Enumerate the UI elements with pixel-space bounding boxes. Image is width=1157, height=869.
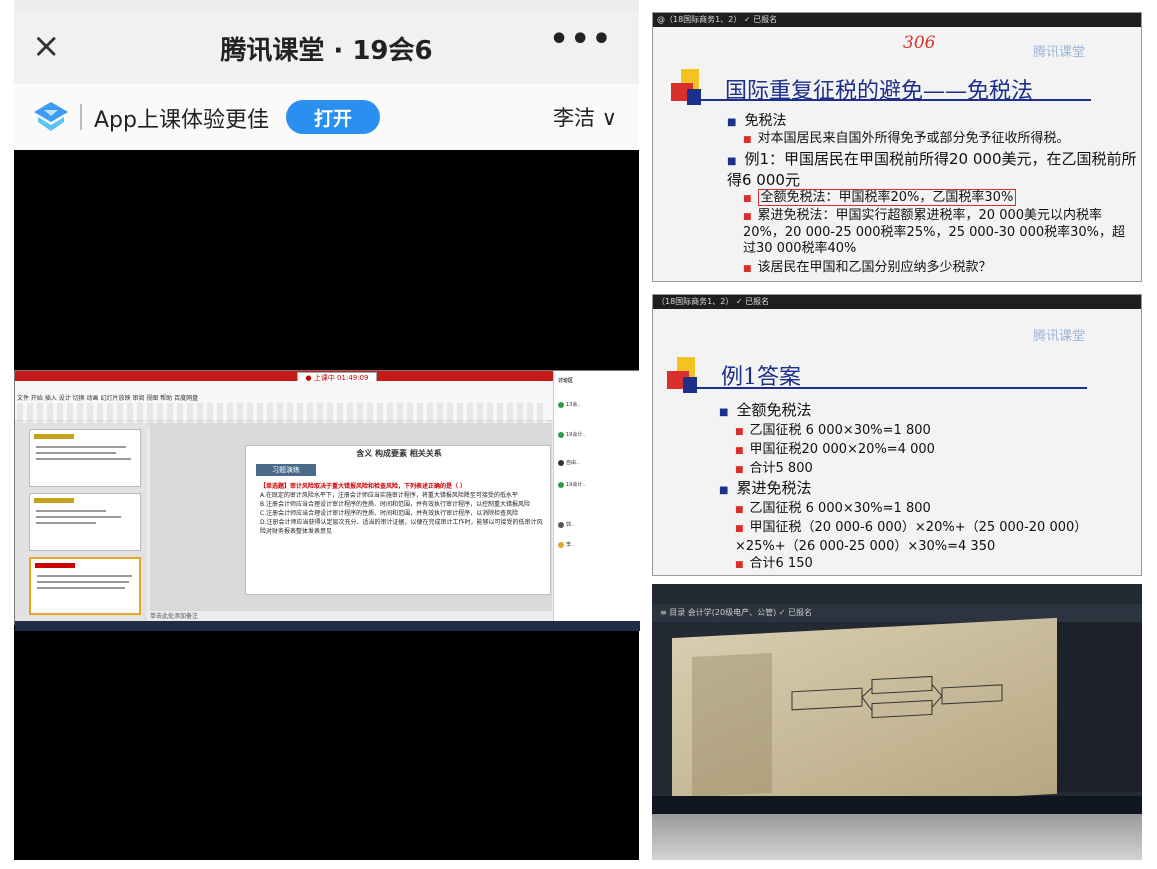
close-icon[interactable]: × (32, 26, 61, 66)
user-dot-icon (558, 541, 564, 548)
option: C.注册会计师应当合理设计审计程序的性质、时间和范围，并有效执行审计程序，以消除… (260, 510, 519, 517)
user-dot-icon (558, 401, 564, 408)
slide-thumbnail-selected (29, 557, 141, 615)
open-app-button[interactable]: 打开 (286, 100, 380, 134)
side-item: 19会计.. (558, 481, 586, 488)
ppt-menu: 文件 开始 插入 设计 切换 动画 幻灯片放映 审阅 视图 帮助 百度网盘 (17, 395, 199, 402)
user-dot-icon (558, 459, 564, 466)
option: D.注册会计师应当获得认定层次充分、适当的审计证据，以便在完成审计工作时，能够以… (260, 519, 543, 535)
bullet-l2: ■ 全额免税法：甲国税率20%，乙国税率30% (727, 189, 1137, 208)
shared-screen-ppt: ● 上课中 01:49:09 文件 开始 插入 设计 切换 动画 幻灯片放映 审… (14, 370, 640, 631)
slide-title: 例1答案 (721, 365, 801, 390)
classroom-side-panel (1057, 622, 1142, 792)
slide-header: 含义 构成要素 相关关系 (356, 449, 442, 458)
bullet-l2: ■ 合计5 800 (735, 461, 813, 476)
bullet-l2: ■ 累进免税法：甲国实行超额累进税率，20 000美元以内税率20%，20 000… (743, 208, 1126, 256)
discussion-panel: 讨论区 13会.. 19会计.. 自由.. 19会计.. 郭.. 李.. (553, 371, 640, 621)
laptop-photo: ≡ 目录 会计学(20级电产、公管) ✓ 已报名 (652, 584, 1142, 860)
bullet-l1: ■ 全额免税法 (719, 401, 812, 419)
tencent-classroom-logo-icon (34, 102, 68, 131)
bullet-l1: ■ 累进免税法 (719, 479, 812, 497)
top-nav-bar: × 腾讯课堂 · 19会6 ••• (14, 12, 639, 84)
watermark-logo: 腾讯课堂 (1033, 329, 1086, 344)
side-item: 19会计.. (558, 431, 586, 438)
bullet-l1: ■ 免税法 (727, 113, 787, 129)
laptop-screen: ≡ 目录 会计学(20级电产、公管) ✓ 已报名 (652, 584, 1142, 815)
user-dot-icon (558, 521, 564, 528)
watermark-logo: 腾讯课堂 (1033, 45, 1086, 60)
slide-screenshot-1: @（18国际商务1、2） ✓ 已报名 306 腾讯课堂 国际重复征税的避免——免… (652, 12, 1142, 282)
slide-thumbnail (29, 429, 141, 487)
status-bar (14, 0, 639, 12)
slide-top-bar: （18国际商务1、2） ✓ 已报名 (653, 295, 1141, 309)
slide-body: ■ 全额免税法 ■ 乙国征税 6 000×30%=1 800 ■ 甲国征税20 000… (719, 401, 1129, 574)
slide-thumbnails (15, 423, 147, 621)
app-banner-text: App上课体验更佳 (94, 108, 269, 133)
ppt-ribbon: 文件 开始 插入 设计 切换 动画 幻灯片放映 审阅 视图 帮助 百度网盘 (15, 381, 553, 429)
user-dot-icon (558, 431, 564, 438)
user-menu[interactable]: 李洁 ∨ (553, 102, 617, 132)
book-diagram-icon (692, 652, 1003, 798)
slide-title: 国际重复征税的避免——免税法 (725, 79, 1034, 104)
bullet-l2: ■ 乙国征税 6 000×30%=1 800 (735, 501, 931, 516)
laptop-taskbar (652, 796, 1142, 814)
more-icon[interactable]: ••• (549, 22, 613, 57)
bullet-l2: ■ 乙国征税 6 000×30%=1 800 (735, 423, 931, 438)
side-item: 李.. (558, 541, 574, 548)
bullet-l2: ■ 甲国征税（20 000-6 000）×20%+（25 000-20 000）×… (735, 520, 1088, 554)
side-item: 13会.. (558, 401, 581, 408)
slide-body: ■ 免税法 ■ 对本国居民来自国外所得免予或部分免予征收所得税。 ■ 例1：甲国居民在… (727, 113, 1137, 278)
slide-tab: 习题演练 (256, 464, 316, 476)
question-block: 【单选题】审计风险取决于重大错报风险和检查风险，下列表述正确的是（ ） A.在既… (260, 482, 546, 536)
app-banner: App上课体验更佳 打开 李洁 ∨ (14, 84, 639, 150)
bullet-l2: ■ 该居民在甲国和乙国分别应纳多少税款？ (743, 260, 992, 275)
side-title: 讨论区 (558, 378, 574, 384)
classroom-top-bar: ≡ 目录 会计学(20级电产、公管) ✓ 已报名 (652, 604, 1142, 622)
option: A.在既定的审计风险水平下，注册会计师应当实施审计程序，将重大错报风险降至可接受… (260, 492, 518, 499)
bullet-l2: ■ 对本国居民来自国外所得免予或部分免予征收所得税。 (743, 131, 1070, 146)
notes-area: 单击此处添加备注 (150, 613, 199, 620)
option: B.注册会计师应当合理设计审计程序的性质、时间和范围，并有效执行审计程序，以控制… (260, 501, 531, 508)
side-item: 郭.. (558, 521, 574, 528)
phone-screen: × 腾讯课堂 · 19会6 ••• App上课体验更佳 打开 李洁 ∨ ● 上课… (14, 0, 640, 860)
bullet-l1: ■ 例1：甲国居民在甲国税前所得20 000美元，在乙国税前所得6 000元 (727, 150, 1137, 189)
user-dot-icon (558, 481, 564, 488)
handwritten-note: 306 (903, 33, 936, 53)
laptop-keyboard (652, 814, 1142, 860)
divider (80, 104, 82, 130)
book-page-image (672, 617, 1057, 815)
windows-taskbar (15, 621, 640, 631)
slide-canvas: 含义 构成要素 相关关系 习题演练 【单选题】审计风险取决于重大错报风险和检查风… (150, 423, 552, 611)
page-title: 腾讯课堂 · 19会6 (220, 35, 433, 66)
slide-screenshot-2: （18国际商务1、2） ✓ 已报名 腾讯课堂 例1答案 ■ 全额免税法 ■ 乙国征税… (652, 294, 1142, 576)
live-video-area[interactable]: ● 上课中 01:49:09 文件 开始 插入 设计 切换 动画 幻灯片放映 审… (14, 150, 640, 860)
side-item: 自由.. (558, 459, 579, 466)
current-slide: 含义 构成要素 相关关系 习题演练 【单选题】审计风险取决于重大错报风险和检查风… (245, 445, 551, 595)
question-title: 【单选题】审计风险取决于重大错报风险和检查风险，下列表述正确的是（ ） (260, 483, 467, 490)
bullet-l2: ■ 合计6 150 (735, 556, 813, 571)
slide-thumbnail (29, 493, 141, 551)
slide-top-bar: @（18国际商务1、2） ✓ 已报名 (653, 13, 1141, 27)
bullet-l2: ■ 甲国征税20 000×20%=4 000 (735, 442, 935, 457)
